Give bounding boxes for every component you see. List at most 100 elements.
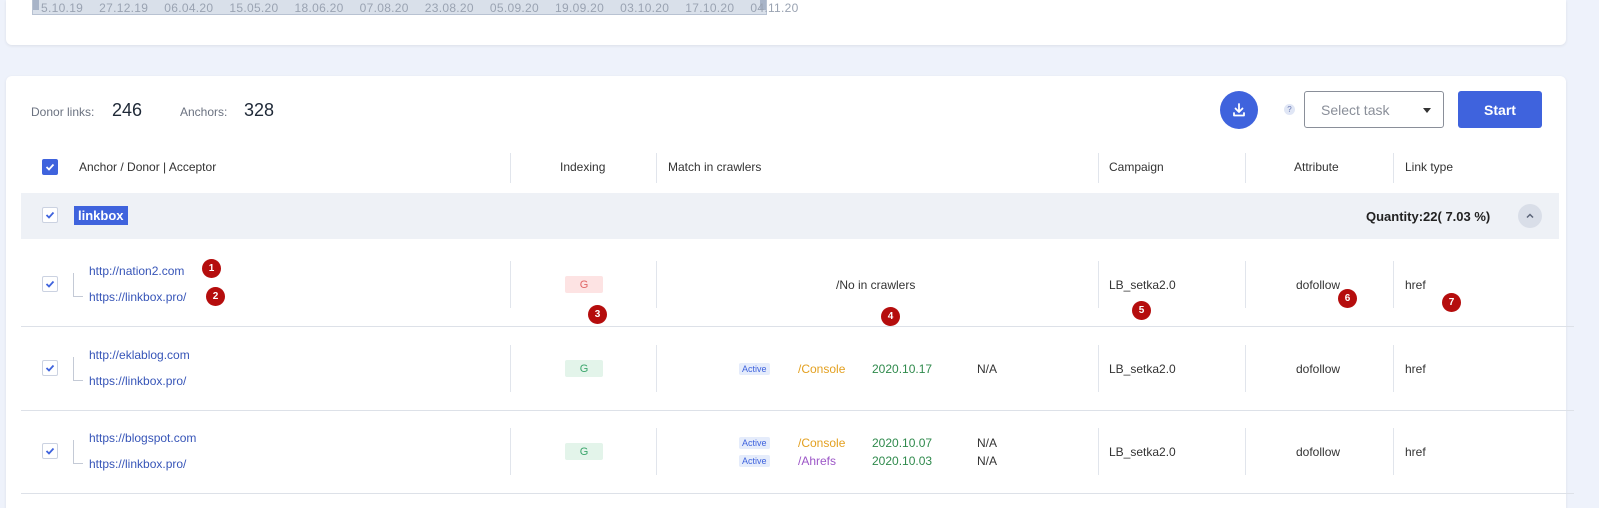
- timeline-date: 06.04.20: [164, 1, 214, 15]
- column-divider: [510, 428, 511, 475]
- link-type-cell: href: [1405, 445, 1426, 459]
- timeline-date: 19.09.20: [555, 1, 605, 15]
- crawler-date: 2020.10.03: [872, 454, 933, 468]
- column-divider: [1098, 153, 1099, 183]
- crawler-name: /Console: [798, 362, 846, 376]
- timeline-handle-left[interactable]: [33, 0, 39, 10]
- crawler-status-badge: Active: [739, 437, 770, 449]
- column-divider: [1245, 428, 1246, 475]
- timeline-date: 18.06.20: [294, 1, 344, 15]
- annotation-marker: 3: [588, 305, 607, 324]
- download-button[interactable]: [1220, 91, 1258, 129]
- crawler-status-badge: Active: [739, 363, 770, 375]
- timeline-date: 23.08.20: [424, 1, 474, 15]
- column-divider: [1393, 428, 1394, 475]
- column-divider: [510, 345, 511, 392]
- column-header-campaign[interactable]: Campaign: [1109, 160, 1164, 174]
- column-divider: [656, 261, 657, 308]
- row-checkbox[interactable]: [42, 443, 58, 459]
- column-divider: [510, 261, 511, 308]
- link-type-cell: href: [1405, 278, 1426, 292]
- column-header-match[interactable]: Match in crawlers: [668, 160, 761, 174]
- crawler-status-badge: Active: [739, 455, 770, 467]
- crawler-note: /No in crawlers: [836, 278, 916, 292]
- check-icon: [45, 280, 55, 288]
- crawler-value: N/A: [977, 362, 998, 376]
- timeline-date: 05.09.20: [489, 1, 540, 15]
- links-table-card: Donor links: 246 Anchors: 328 ? Select t…: [6, 76, 1574, 508]
- indexing-badge: G: [565, 443, 603, 460]
- crawler-date: 2020.10.17: [872, 362, 933, 376]
- annotation-marker: 4: [881, 307, 900, 326]
- annotation-marker: 7: [1442, 293, 1461, 312]
- timeline-date: 07.08.20: [359, 1, 409, 15]
- chart-card: 5.10.19 27.12.19 06.04.20 15.05.20 18.06…: [6, 0, 1566, 45]
- caret-down-icon: [1423, 108, 1431, 113]
- row-checkbox[interactable]: [42, 360, 58, 376]
- column-header-attribute[interactable]: Attribute: [1294, 160, 1339, 174]
- campaign-cell: LB_setka2.0: [1109, 278, 1176, 292]
- column-divider: [656, 345, 657, 392]
- check-icon: [45, 447, 55, 455]
- link-type-cell: href: [1405, 362, 1426, 376]
- timeline-date: 27.12.19: [99, 1, 149, 15]
- chevron-up-icon: [1526, 213, 1534, 219]
- indexing-badge: G: [565, 360, 603, 377]
- help-icon[interactable]: ?: [1284, 104, 1295, 115]
- tree-connector: [73, 357, 83, 381]
- donor-link[interactable]: http://nation2.com: [89, 264, 184, 278]
- timeline-date: 15.05.20: [229, 1, 279, 15]
- row-divider: [21, 326, 1574, 327]
- annotation-marker: 1: [202, 259, 221, 278]
- crawler-value: N/A: [977, 454, 998, 468]
- donor-link[interactable]: https://blogspot.com: [89, 431, 196, 445]
- column-divider: [1393, 261, 1394, 308]
- select-all-checkbox[interactable]: [42, 159, 58, 175]
- collapse-button[interactable]: [1518, 204, 1542, 228]
- group-checkbox[interactable]: [42, 207, 58, 223]
- column-header-indexing[interactable]: Indexing: [560, 160, 605, 174]
- attribute-cell: dofollow: [1296, 278, 1341, 292]
- column-divider: [1098, 428, 1099, 475]
- column-header-link-type[interactable]: Link type: [1405, 160, 1453, 174]
- attribute-cell: dofollow: [1296, 445, 1341, 459]
- column-divider: [656, 153, 657, 183]
- row-divider: [21, 493, 1574, 494]
- donor-links-label: Donor links:: [31, 105, 95, 119]
- anchors-value: 328: [244, 100, 275, 120]
- group-name-tag: linkbox: [74, 206, 128, 225]
- column-divider: [1245, 345, 1246, 392]
- timeline-range-slider[interactable]: 5.10.19 27.12.19 06.04.20 15.05.20 18.06…: [32, 0, 798, 15]
- task-select-placeholder: Select task: [1321, 101, 1390, 118]
- attribute-cell: dofollow: [1296, 362, 1341, 376]
- tree-connector: [73, 440, 83, 464]
- row-divider: [21, 410, 1574, 411]
- tree-connector: [73, 273, 83, 297]
- acceptor-link[interactable]: https://linkbox.pro/: [89, 457, 186, 471]
- donor-link[interactable]: http://eklablog.com: [89, 348, 190, 362]
- column-divider: [1245, 261, 1246, 308]
- column-divider: [1393, 153, 1394, 183]
- group-row: [21, 193, 1559, 239]
- anchors-label: Anchors:: [180, 105, 228, 119]
- crawler-name: /Ahrefs: [798, 454, 837, 468]
- column-divider: [1098, 345, 1099, 392]
- crawler-value: N/A: [977, 436, 998, 450]
- column-header-anchor[interactable]: Anchor / Donor | Acceptor: [79, 160, 216, 174]
- timeline-dates: 5.10.19 27.12.19 06.04.20 15.05.20 18.06…: [41, 1, 799, 15]
- task-select[interactable]: Select task: [1304, 91, 1444, 128]
- group-quantity: Quantity:22( 7.03 %): [1366, 209, 1491, 224]
- start-button[interactable]: Start: [1458, 91, 1542, 128]
- row-checkbox[interactable]: [42, 276, 58, 292]
- column-divider: [1393, 345, 1394, 392]
- acceptor-link[interactable]: https://linkbox.pro/: [89, 374, 186, 388]
- timeline-date: 03.10.20: [620, 1, 670, 15]
- annotation-marker: 5: [1132, 301, 1151, 320]
- annotation-marker: 2: [206, 287, 225, 306]
- donor-links-value: 246: [112, 100, 143, 120]
- campaign-cell: LB_setka2.0: [1109, 445, 1176, 459]
- download-icon: [1233, 103, 1245, 117]
- timeline-date: 5.10.19: [41, 1, 84, 15]
- column-divider: [1098, 261, 1099, 308]
- acceptor-link[interactable]: https://linkbox.pro/: [89, 290, 186, 304]
